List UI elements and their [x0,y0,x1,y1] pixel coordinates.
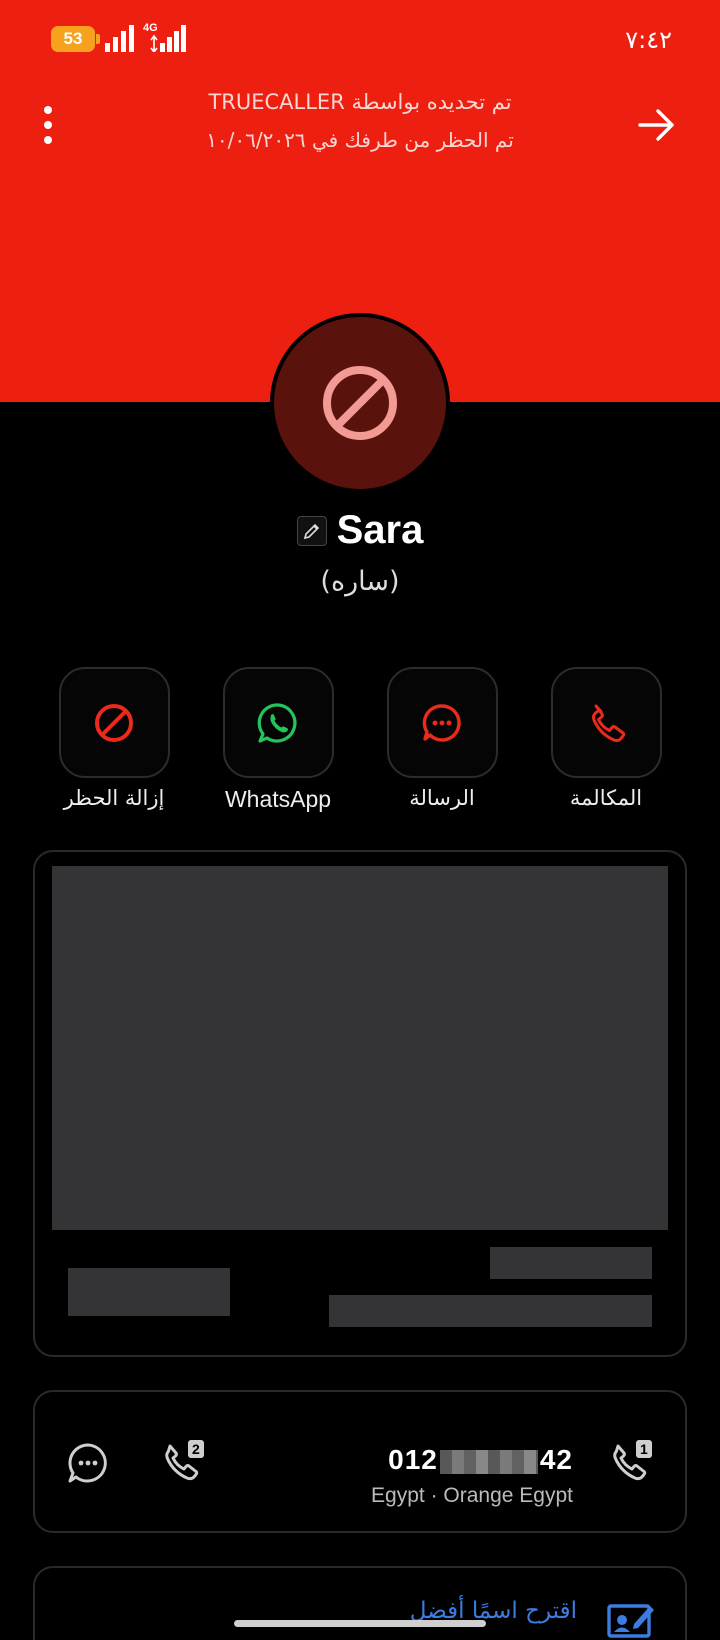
call-sim2-button[interactable]: 2 [162,1438,212,1488]
clock: ٧:٤٢ [625,26,672,54]
phone-number: 012 42 [388,1444,573,1476]
whatsapp-action[interactable]: WhatsApp [203,667,353,813]
unblock-action[interactable]: إزالة الحظر [39,667,189,810]
block-icon [323,366,397,440]
suggest-name-card[interactable] [33,1566,687,1640]
dot-icon [44,136,52,144]
more-options-button[interactable] [32,100,64,150]
dot-icon [44,121,52,129]
contact-alt-name: (ساره) [320,566,400,597]
phone-number-start: 012 [388,1444,438,1475]
phone-number-end: 42 [539,1444,573,1475]
unblock-icon [95,703,133,742]
unblock-label: إزالة الحظر [63,786,165,810]
edit-card-icon[interactable] [606,1600,656,1640]
text-placeholder [68,1268,230,1316]
phone-number-card[interactable]: 2 012 42 Egypt · Orange Egypt 1 [33,1390,687,1533]
masked-digits [439,1449,538,1474]
message-button[interactable] [386,667,498,778]
message-action[interactable]: الرسالة [367,667,517,810]
call-action[interactable]: المكالمة [531,667,681,810]
unblock-button[interactable] [58,667,170,778]
message-icon [422,703,461,742]
text-placeholder [490,1247,652,1279]
arrow-right-icon[interactable] [634,102,680,148]
phone-sim2-icon [165,1440,204,1481]
contact-name: Sara [336,508,424,552]
whatsapp-icon [257,702,297,743]
sms-icon[interactable] [66,1441,110,1485]
call-button[interactable] [550,667,662,778]
battery-indicator: 53 [51,26,100,52]
blocked-date-text: تم الحظر من طرفك في ١٠/٠٦/٢٠٢٦ [206,128,514,152]
action-buttons: إزالة الحظر WhatsApp الرسالة المكالمة [0,667,720,817]
dot-icon [44,106,52,114]
call-label: المكالمة [569,786,643,810]
edit-name-icon[interactable] [296,515,327,546]
updated-by-text: تم تحديده بواسطة TRUECALLER [208,90,512,114]
info-card [33,850,687,1357]
phone-sim1-icon [613,1440,652,1481]
pencil-icon [303,523,319,539]
message-label: الرسالة [409,786,475,810]
blocked-avatar [270,313,450,493]
sim1-badge: 1 [640,1441,648,1457]
contact-name-row: Sara [0,508,720,553]
signal-icon [105,25,134,52]
whatsapp-label: WhatsApp [224,786,332,812]
home-indicator[interactable] [234,1620,486,1627]
image-placeholder [52,866,668,1230]
sim2-badge: 2 [192,1441,200,1457]
text-placeholder [329,1295,652,1327]
call-sim1-button[interactable]: 1 [610,1438,660,1488]
carrier-label: Egypt · Orange Egypt [371,1484,573,1507]
status-bar: 53 4G ٧:٤٢ [0,0,720,80]
phone-icon [591,704,626,742]
whatsapp-button[interactable] [222,667,334,778]
signal-4g-icon [150,25,186,52]
